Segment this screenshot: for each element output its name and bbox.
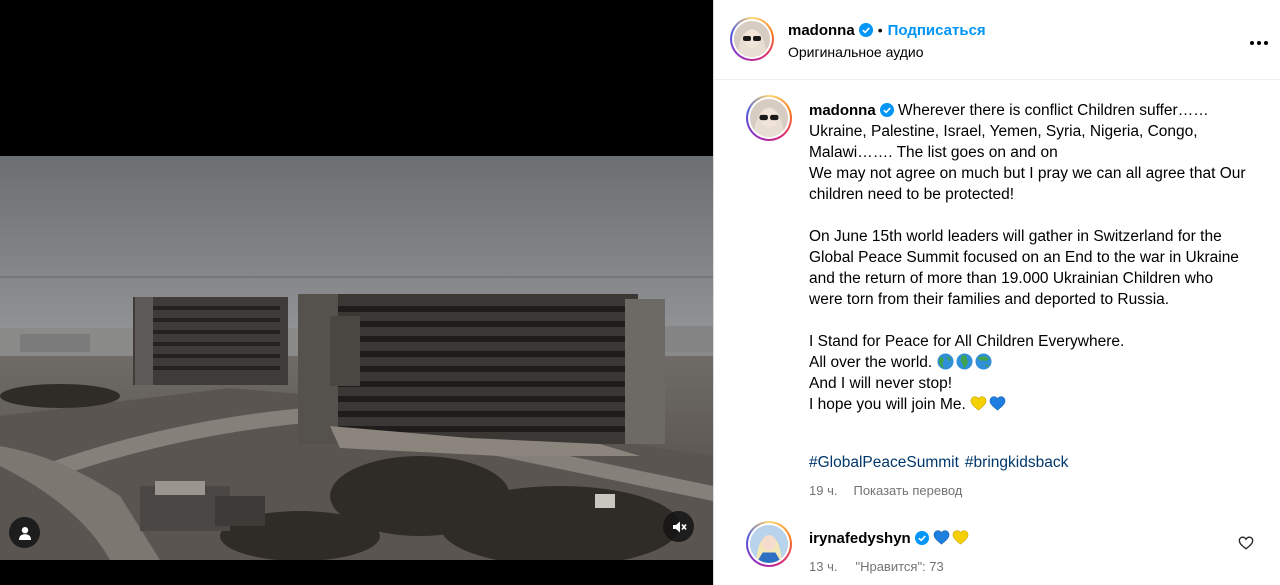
post-video[interactable] [0,156,713,560]
author-avatar[interactable] [730,17,774,61]
heart-outline-icon [1238,536,1254,550]
commenter-username[interactable]: irynafedyshyn [809,530,911,547]
commenter-avatar[interactable] [746,521,792,567]
author-username[interactable]: madonna [788,22,855,39]
separator-dot: • [877,22,883,38]
comment-timestamp[interactable]: 13 ч. [809,559,837,574]
caption-username[interactable]: madonna [809,102,876,119]
blue-heart-icon [933,530,950,545]
yellow-heart-icon [970,396,987,411]
globe-asia-icon [974,353,992,370]
globe-europe-africa-icon [955,353,973,370]
follow-button[interactable]: Подписаться [888,22,986,39]
comment-meta: 13 ч. "Нравится": 73 [809,559,962,574]
yellow-heart-icon [952,530,969,545]
caption-paragraph-2: On June 15th world leaders will gather i… [809,228,1239,308]
post-side-panel: madonna • Подписаться Оригинальное аудио m [713,0,1280,585]
post-media-pane [0,0,713,585]
comment-likes-count[interactable]: "Нравится": 73 [855,559,943,574]
caption-hashtags: #GlobalPeaceSummit #bringkidsback [809,454,1074,472]
show-translation-button[interactable]: Показать перевод [853,483,962,498]
verified-badge-icon [858,23,873,37]
caption-author-avatar[interactable] [746,95,792,141]
user-tag-icon [18,526,31,540]
avatar-photo [750,99,788,137]
video-frame-image [0,156,713,560]
caption-timestamp[interactable]: 19 ч. [809,483,837,498]
hashtag-link[interactable]: #bringkidsback [965,454,1068,471]
mute-icon [672,521,687,532]
comment-like-button[interactable] [1238,535,1256,553]
caption-line-4: All over the world. [809,354,933,371]
caption-line-6-wrap: I hope you will join Me. [809,394,1249,415]
caption-line-3: I Stand for Peace for All Children Every… [809,333,1125,350]
caption-line-6: I hope you will join Me. [809,396,966,413]
globe-americas-icon [936,353,954,370]
verified-badge-icon [914,531,929,545]
caption-line-2: We may not agree on much but I pray we c… [809,165,1246,203]
original-audio-link[interactable]: Оригинальное аудио [788,44,924,60]
tagged-users-button[interactable] [9,517,40,548]
caption-meta: 19 ч. Показать перевод [809,483,962,498]
more-options-button[interactable] [1247,30,1271,50]
caption-line-4-wrap: All over the world. [809,352,1249,373]
caption-paragraph-1: madonna Wherever there is conflict Child… [809,100,1249,163]
verified-badge-icon [879,103,894,117]
caption-text: madonna Wherever there is conflict Child… [809,100,1249,415]
avatar-photo [734,21,770,57]
more-horizontal-icon [1250,41,1268,45]
mute-toggle-button[interactable] [663,511,694,542]
post-header: madonna • Подписаться Оригинальное аудио [714,0,1280,80]
comment-user-line: irynafedyshyn [809,529,971,548]
avatar-photo [750,525,788,563]
caption-line-5: And I will never stop! [809,375,953,392]
blue-heart-icon [989,396,1006,411]
header-user-line: madonna • Подписаться [788,22,986,40]
hashtag-link[interactable]: #GlobalPeaceSummit [809,454,959,471]
